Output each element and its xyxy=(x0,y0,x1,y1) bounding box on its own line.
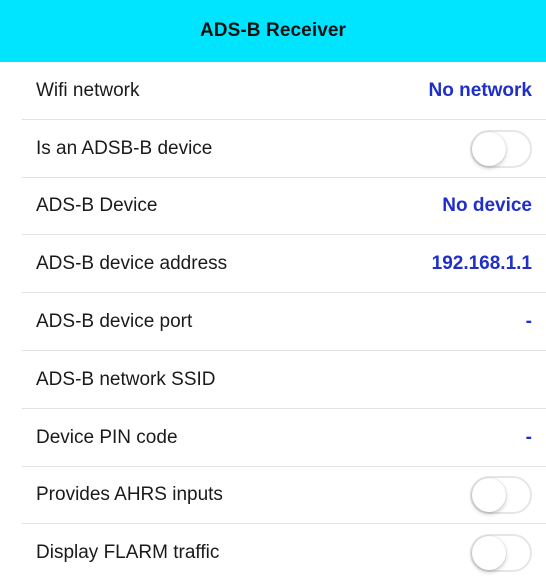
wifi-network-value[interactable]: No network xyxy=(429,80,532,102)
device-pin-code-value[interactable]: - xyxy=(524,427,532,449)
row-label: Device PIN code xyxy=(36,426,178,448)
row-label: Provides AHRS inputs xyxy=(36,484,223,506)
adsb-device-address-value[interactable]: 192.168.1.1 xyxy=(432,253,532,275)
settings-list: Wifi network No network Is an ADSB-B dev… xyxy=(0,62,546,582)
settings-screen: ADS-B Receiver Wifi network No network I… xyxy=(0,0,546,588)
adsb-device-port-value[interactable]: - xyxy=(524,311,532,333)
toggle-knob xyxy=(472,478,506,513)
row-adsb-network-ssid[interactable]: ADS-B network SSID xyxy=(0,351,546,409)
row-adsb-device-port[interactable]: ADS-B device port - xyxy=(0,293,546,351)
row-device-pin-code[interactable]: Device PIN code - xyxy=(0,409,546,467)
header-bar: ADS-B Receiver xyxy=(0,0,546,62)
adsb-device-value[interactable]: No device xyxy=(442,195,532,217)
display-flarm-traffic-toggle[interactable] xyxy=(470,534,532,573)
row-label: Display FLARM traffic xyxy=(36,542,220,564)
is-adsb-device-toggle[interactable] xyxy=(470,129,532,168)
row-label: ADS-B device port xyxy=(36,311,193,333)
row-wifi-network[interactable]: Wifi network No network xyxy=(0,62,546,120)
row-display-flarm-traffic: Display FLARM traffic xyxy=(0,524,546,582)
page-title: ADS-B Receiver xyxy=(199,20,347,41)
row-adsb-device[interactable]: ADS-B Device No device xyxy=(0,178,546,236)
row-label: ADS-B Device xyxy=(36,195,158,217)
row-adsb-device-address[interactable]: ADS-B device address 192.168.1.1 xyxy=(0,235,546,293)
toggle-knob xyxy=(472,536,506,571)
row-label: ADS-B network SSID xyxy=(36,368,216,390)
provides-ahrs-inputs-toggle[interactable] xyxy=(470,476,532,515)
toggle-knob xyxy=(472,131,506,166)
row-is-adsb-device: Is an ADSB-B device xyxy=(0,120,546,178)
row-provides-ahrs-inputs: Provides AHRS inputs xyxy=(0,467,546,525)
row-label: Is an ADSB-B device xyxy=(36,137,213,159)
row-label: ADS-B device address xyxy=(36,253,228,275)
row-label: Wifi network xyxy=(36,79,140,101)
